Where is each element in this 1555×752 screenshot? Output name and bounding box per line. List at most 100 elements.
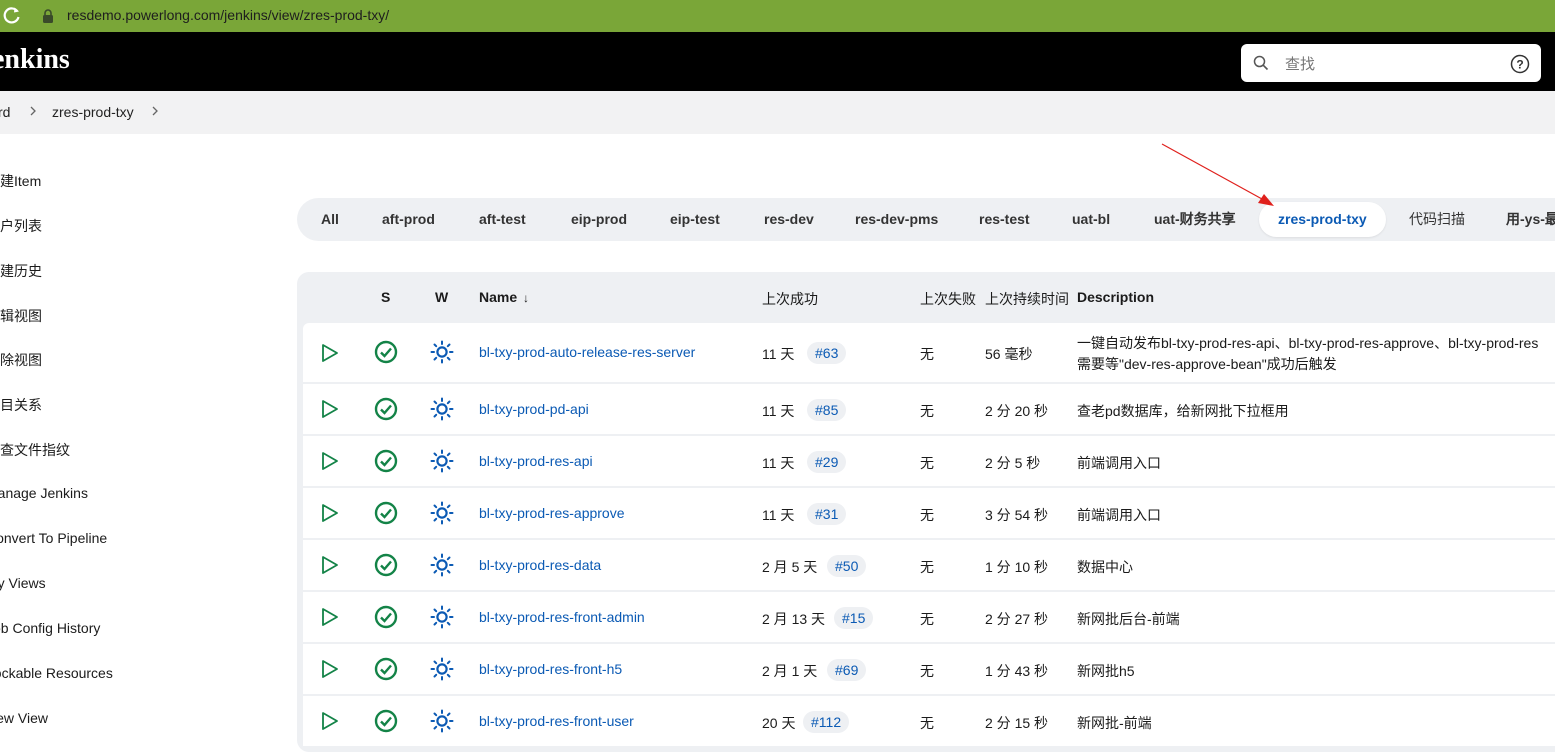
- header-name-label: Name: [479, 289, 518, 305]
- sunny-weather-icon[interactable]: [430, 340, 454, 364]
- sunny-weather-icon[interactable]: [430, 709, 454, 733]
- header-last-failure[interactable]: 上次失败: [920, 289, 976, 309]
- success-status-icon[interactable]: [374, 553, 398, 577]
- build-number-badge[interactable]: #29: [807, 451, 847, 473]
- build-number-badge[interactable]: #63: [807, 342, 847, 364]
- sidebar-item-check-fingerprint[interactable]: 检查文件指纹: [0, 440, 70, 460]
- tab-res-dev[interactable]: res-dev: [764, 198, 814, 241]
- search-input[interactable]: [1283, 52, 1507, 76]
- tab-res-test[interactable]: res-test: [979, 198, 1030, 241]
- sunny-weather-icon[interactable]: [430, 657, 454, 681]
- build-number-badge[interactable]: #15: [834, 607, 874, 629]
- sidebar-item-manage-jenkins[interactable]: Manage Jenkins: [0, 485, 88, 501]
- header-last-duration[interactable]: 上次持续时间: [985, 289, 1069, 309]
- job-name-link[interactable]: bl-txy-prod-res-front-h5: [479, 661, 622, 677]
- build-number-badge[interactable]: #69: [827, 659, 867, 681]
- schedule-build-icon[interactable]: [321, 555, 339, 575]
- tab-ys-truncated[interactable]: 用-ys-最: [1506, 198, 1555, 241]
- schedule-build-icon[interactable]: [321, 399, 339, 419]
- sidebar-item-my-views[interactable]: My Views: [0, 575, 46, 591]
- help-icon[interactable]: ?: [1510, 54, 1530, 74]
- job-name-link[interactable]: bl-txy-prod-res-approve: [479, 505, 625, 521]
- schedule-build-icon[interactable]: [321, 711, 339, 731]
- last-success-time: 11 天: [762, 346, 795, 362]
- tab-zres-prod-txy[interactable]: zres-prod-txy: [1259, 202, 1386, 237]
- tab-eip-prod[interactable]: eip-prod: [571, 198, 627, 241]
- sunny-weather-icon[interactable]: [430, 449, 454, 473]
- header-weather[interactable]: W: [435, 289, 448, 305]
- tab-eip-test[interactable]: eip-test: [670, 198, 720, 241]
- last-failure: 无: [920, 455, 934, 471]
- tab-res-dev-pms[interactable]: res-dev-pms: [855, 198, 938, 241]
- tab-uat-bl[interactable]: uat-bl: [1072, 198, 1110, 241]
- reload-icon[interactable]: [2, 5, 22, 25]
- sidebar-item-lockable-resources[interactable]: Lockable Resources: [0, 665, 113, 681]
- build-number-badge[interactable]: #31: [807, 503, 847, 525]
- sunny-weather-icon[interactable]: [430, 553, 454, 577]
- tab-aft-test[interactable]: aft-test: [479, 198, 526, 241]
- breadcrumb-dashboard[interactable]: rd: [0, 104, 10, 120]
- job-name-link[interactable]: bl-txy-prod-res-data: [479, 557, 601, 573]
- table-row: bl-txy-prod-auto-release-res-server 11 天…: [303, 323, 1555, 382]
- last-success-time: 11 天: [762, 403, 795, 419]
- breadcrumb-view[interactable]: zres-prod-txy: [52, 104, 134, 120]
- url-text[interactable]: resdemo.powerlong.com/jenkins/view/zres-…: [67, 7, 389, 23]
- sidebar-item-build-history[interactable]: 构建历史: [0, 261, 42, 281]
- last-success-time: 2 月 5 天: [762, 559, 818, 575]
- sidebar-item-edit-view[interactable]: 编辑视图: [0, 306, 42, 326]
- chevron-right-icon[interactable]: [28, 104, 38, 118]
- view-tabs: All aft-prod aft-test eip-prod eip-test …: [297, 198, 1555, 241]
- header-status[interactable]: S: [381, 289, 390, 305]
- tab-code-scan[interactable]: 代码扫描: [1409, 198, 1465, 241]
- sidebar-item-delete-view[interactable]: 删除视图: [0, 350, 42, 370]
- job-name-link[interactable]: bl-txy-prod-res-front-admin: [479, 609, 645, 625]
- job-description: 新网批后台-前端: [1077, 611, 1180, 627]
- schedule-build-icon[interactable]: [321, 343, 339, 363]
- job-description: 新网批-前端: [1077, 715, 1152, 731]
- job-name-link[interactable]: bl-txy-prod-pd-api: [479, 401, 589, 417]
- success-status-icon[interactable]: [374, 605, 398, 629]
- schedule-build-icon[interactable]: [321, 503, 339, 523]
- success-status-icon[interactable]: [374, 449, 398, 473]
- jenkins-logo[interactable]: enkins: [0, 44, 70, 76]
- schedule-build-icon[interactable]: [321, 659, 339, 679]
- sunny-weather-icon[interactable]: [430, 501, 454, 525]
- sunny-weather-icon[interactable]: [430, 397, 454, 421]
- schedule-build-icon[interactable]: [321, 451, 339, 471]
- sunny-weather-icon[interactable]: [430, 605, 454, 629]
- sidebar-item-new-view[interactable]: New View: [0, 710, 48, 726]
- job-name-link[interactable]: bl-txy-prod-res-api: [479, 453, 593, 469]
- last-failure: 无: [920, 346, 934, 362]
- sidebar-item-users[interactable]: 用户列表: [0, 216, 42, 236]
- build-number-badge[interactable]: #85: [807, 399, 847, 421]
- last-duration: 56 毫秒: [985, 346, 1033, 362]
- sidebar-item-job-config-history[interactable]: Job Config History: [0, 620, 100, 636]
- tab-aft-prod[interactable]: aft-prod: [382, 198, 435, 241]
- build-number-badge[interactable]: #50: [827, 555, 867, 577]
- sidebar-item-project-relationship[interactable]: 项目关系: [0, 395, 42, 415]
- build-number-badge[interactable]: #112: [803, 711, 850, 733]
- header-name[interactable]: Name ↓: [479, 289, 529, 305]
- sort-desc-icon: ↓: [523, 291, 530, 305]
- success-status-icon[interactable]: [374, 657, 398, 681]
- job-description: 新网批h5: [1077, 663, 1135, 679]
- success-status-icon[interactable]: [374, 397, 398, 421]
- job-name-link[interactable]: bl-txy-prod-res-front-user: [479, 713, 634, 729]
- sidebar-item-new-item[interactable]: 新建Item: [0, 171, 41, 191]
- success-status-icon[interactable]: [374, 709, 398, 733]
- job-description: 一键自动发布bl-txy-prod-res-api、bl-txy-prod-re…: [1077, 335, 1539, 351]
- last-success-time: 20 天: [762, 715, 796, 731]
- tab-all[interactable]: All: [321, 198, 339, 241]
- schedule-build-icon[interactable]: [321, 607, 339, 627]
- tab-uat-finance[interactable]: uat-财务共享: [1154, 198, 1236, 241]
- chevron-right-icon[interactable]: [150, 104, 160, 118]
- last-success-time: 2 月 1 天: [762, 663, 818, 679]
- success-status-icon[interactable]: [374, 501, 398, 525]
- success-status-icon[interactable]: [374, 340, 398, 364]
- table-row: bl-txy-prod-pd-api 11 天 #85 无 2 分 20 秒 查…: [303, 384, 1555, 434]
- job-description: 数据中心: [1077, 559, 1133, 575]
- header-last-success[interactable]: 上次成功: [762, 289, 818, 309]
- sidebar-item-convert-to-pipeline[interactable]: Convert To Pipeline: [0, 530, 107, 546]
- header-description[interactable]: Description: [1077, 289, 1154, 305]
- job-name-link[interactable]: bl-txy-prod-auto-release-res-server: [479, 344, 695, 360]
